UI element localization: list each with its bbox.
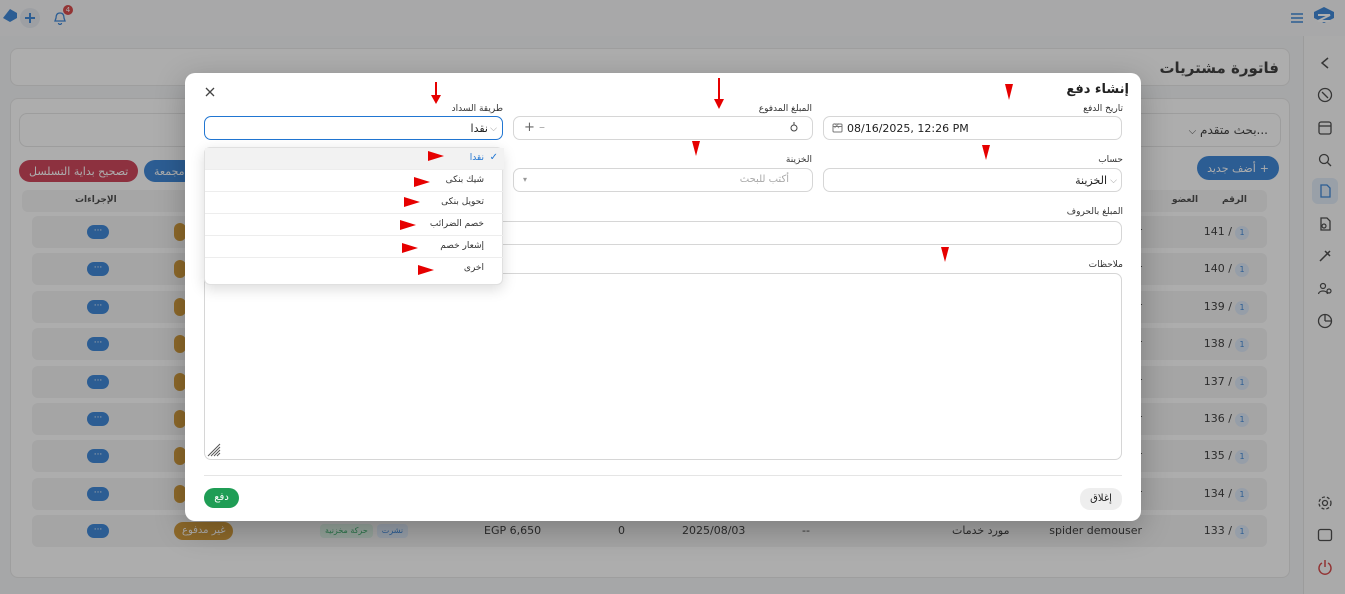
- dropdown-option-tax-deduction[interactable]: خصم الضرائب: [205, 214, 504, 236]
- amount-words-label: المبلغ بالحروف: [1066, 207, 1123, 217]
- option-label: إشعار خصم: [440, 241, 484, 251]
- dropdown-option-other[interactable]: اخرى: [205, 258, 504, 280]
- option-label: اخرى: [463, 263, 484, 273]
- paid-amount-label: المبلغ المدفوع: [758, 104, 812, 114]
- payment-method-select[interactable]: ⌵ نقدا: [204, 116, 503, 140]
- increment-button[interactable]: +: [524, 120, 535, 135]
- option-label: شيك بنكى: [445, 175, 484, 185]
- pay-button[interactable]: دفع: [204, 488, 239, 508]
- account-select[interactable]: ⌵ الخزينة: [823, 168, 1122, 192]
- treasury-select[interactable]: أكتب للبحث ▾: [513, 168, 813, 192]
- account-value: الخزينة: [1075, 174, 1107, 187]
- caret-down-icon: ▾: [523, 175, 528, 184]
- decrement-button[interactable]: –: [539, 120, 545, 134]
- option-label: نقدا: [469, 153, 484, 163]
- dropdown-option-debit-note[interactable]: إشعار خصم: [205, 236, 504, 258]
- coin-icon: [790, 122, 798, 135]
- treasury-label: الخزينة: [785, 155, 812, 165]
- payment-method-value: نقدا: [470, 122, 488, 135]
- payment-date-value: 08/16/2025, 12:26 PM: [847, 122, 969, 135]
- dropdown-option-bank-check[interactable]: شيك بنكى: [205, 170, 504, 192]
- notes-textarea[interactable]: [204, 273, 1122, 460]
- paid-amount-field[interactable]: + –: [513, 116, 813, 140]
- close-button[interactable]: إغلاق: [1080, 488, 1122, 510]
- dropdown-option-bank-transfer[interactable]: تحويل بنكى: [205, 192, 504, 214]
- payment-date-label: تاريخ الدفع: [1083, 104, 1123, 114]
- option-label: تحويل بنكى: [441, 197, 484, 207]
- treasury-placeholder: أكتب للبحث: [739, 174, 789, 185]
- option-label: خصم الضرائب: [429, 219, 484, 229]
- payment-method-label: طريقة السداد: [451, 104, 503, 114]
- calendar-icon[interactable]: [832, 122, 843, 136]
- chevron-down-icon: ⌵: [1110, 176, 1117, 186]
- payment-method-dropdown: ✓ نقدا شيك بنكى تحويل بنكى خصم الضرائب إ…: [204, 147, 504, 285]
- resize-handle-icon[interactable]: [207, 443, 221, 457]
- account-label: حساب: [1098, 155, 1123, 165]
- close-icon[interactable]: [203, 85, 217, 99]
- dropdown-option-cash[interactable]: ✓ نقدا: [205, 148, 504, 170]
- modal-title: إنشاء دفع: [1066, 82, 1129, 97]
- notes-label: ملاحظات: [1088, 260, 1123, 270]
- chevron-down-icon: ⌵: [490, 124, 497, 134]
- payment-date-field[interactable]: ✕ 08/16/2025, 12:26 PM: [823, 116, 1122, 140]
- create-payment-modal: إنشاء دفع تاريخ الدفع المبلغ المدفوع طري…: [185, 73, 1141, 521]
- check-icon: ✓: [489, 152, 498, 163]
- footer-divider: [204, 475, 1122, 476]
